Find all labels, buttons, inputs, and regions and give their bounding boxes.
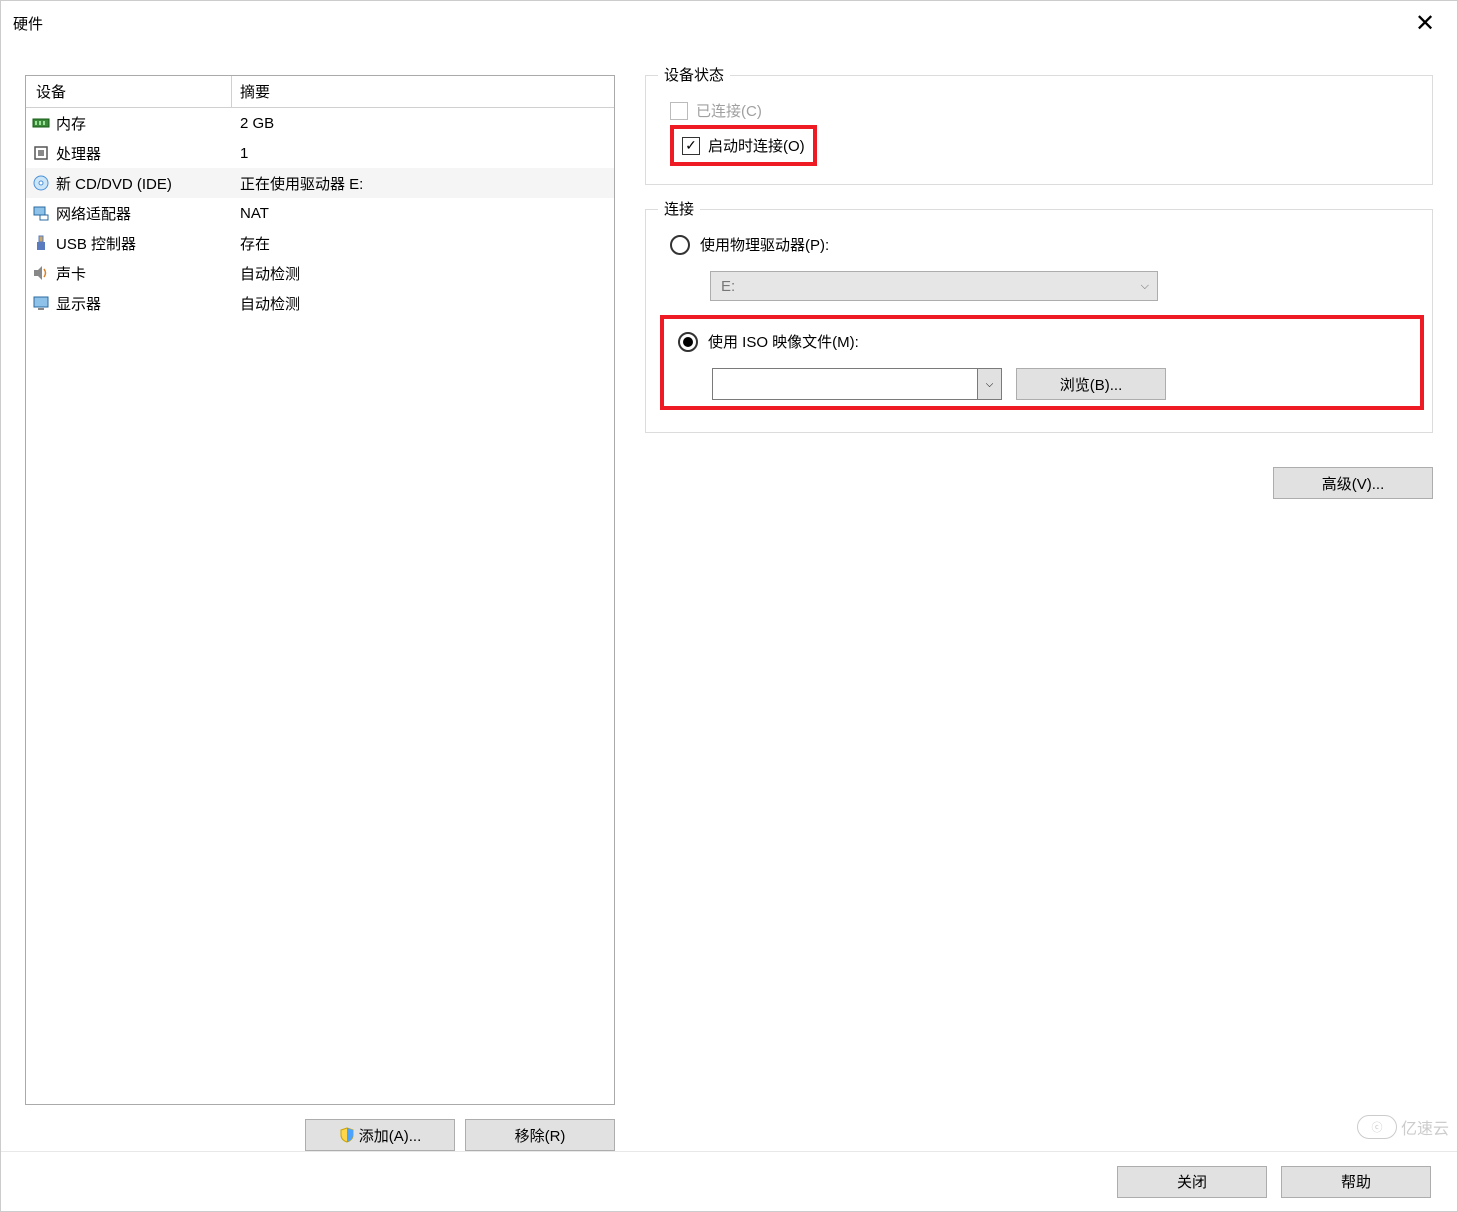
cd-icon bbox=[32, 174, 50, 192]
add-button-label: 添加(A)... bbox=[359, 1125, 422, 1146]
window-title: 硬件 bbox=[13, 13, 43, 34]
chevron-down-icon: ⌵ bbox=[1141, 280, 1149, 293]
device-state-group: 设备状态 已连接(C) ✓ 启动时连接(O) bbox=[645, 75, 1433, 185]
device-name: 处理器 bbox=[56, 143, 101, 164]
device-name: 新 CD/DVD (IDE) bbox=[56, 173, 172, 194]
connect-on-power-row[interactable]: ✓ 启动时连接(O) bbox=[682, 135, 805, 156]
content-area: 设备 摘要 内存 2 GB 处理器 1 bbox=[1, 45, 1457, 1151]
footer: 关闭 帮助 bbox=[1, 1151, 1457, 1211]
iso-radio-row[interactable]: 使用 ISO 映像文件(M): bbox=[678, 331, 1412, 352]
device-summary: 自动检测 bbox=[232, 293, 614, 314]
iso-label: 使用 ISO 映像文件(M): bbox=[708, 331, 859, 352]
device-summary: 正在使用驱动器 E: bbox=[232, 173, 614, 194]
connected-checkbox-row: 已连接(C) bbox=[670, 100, 1414, 121]
device-summary: 2 GB bbox=[232, 115, 614, 132]
device-row-memory[interactable]: 内存 2 GB bbox=[26, 108, 614, 138]
device-row-usb[interactable]: USB 控制器 存在 bbox=[26, 228, 614, 258]
memory-icon bbox=[32, 114, 50, 132]
device-name: 声卡 bbox=[56, 263, 86, 284]
iso-radio[interactable] bbox=[678, 332, 698, 352]
device-row-display[interactable]: 显示器 自动检测 bbox=[26, 288, 614, 318]
device-state-label: 设备状态 bbox=[658, 64, 730, 85]
device-summary: 自动检测 bbox=[232, 263, 614, 284]
physical-drive-label: 使用物理驱动器(P): bbox=[700, 234, 829, 255]
device-name: 内存 bbox=[56, 113, 86, 134]
device-row-network[interactable]: 网络适配器 NAT bbox=[26, 198, 614, 228]
close-button[interactable]: 关闭 bbox=[1117, 1166, 1267, 1198]
advanced-row: 高级(V)... bbox=[645, 457, 1433, 499]
titlebar: 硬件 ✕ bbox=[1, 1, 1457, 45]
physical-drive-radio-row[interactable]: 使用物理驱动器(P): bbox=[670, 234, 1414, 255]
help-button[interactable]: 帮助 bbox=[1281, 1166, 1431, 1198]
device-summary: 1 bbox=[232, 145, 614, 162]
display-icon bbox=[32, 294, 50, 312]
device-name: 显示器 bbox=[56, 293, 101, 314]
highlight-iso-section: 使用 ISO 映像文件(M): ⌵ 浏览(B)... bbox=[660, 315, 1424, 410]
iso-path-combo[interactable]: ⌵ bbox=[712, 368, 1002, 400]
connect-on-power-checkbox[interactable]: ✓ bbox=[682, 137, 700, 155]
connected-checkbox bbox=[670, 102, 688, 120]
highlight-connect-on-power: ✓ 启动时连接(O) bbox=[670, 125, 817, 166]
add-button[interactable]: 添加(A)... bbox=[305, 1119, 455, 1151]
right-panel: 设备状态 已连接(C) ✓ 启动时连接(O) 连接 使用物理驱动器(P): bbox=[615, 75, 1433, 1151]
physical-drive-dropdown: E: ⌵ bbox=[710, 271, 1158, 301]
left-button-row: 添加(A)... 移除(R) bbox=[25, 1105, 615, 1151]
hardware-dialog: 硬件 ✕ 设备 摘要 内存 2 GB bbox=[0, 0, 1458, 1212]
usb-icon bbox=[32, 234, 50, 252]
connect-on-power-label: 启动时连接(O) bbox=[708, 135, 805, 156]
device-list[interactable]: 设备 摘要 内存 2 GB 处理器 1 bbox=[25, 75, 615, 1105]
connection-group: 连接 使用物理驱动器(P): E: ⌵ 使用 ISO 映像文件(M): bbox=[645, 209, 1433, 433]
close-icon[interactable]: ✕ bbox=[1405, 9, 1445, 38]
watermark-icon: ⓒ bbox=[1357, 1115, 1397, 1139]
remove-button[interactable]: 移除(R) bbox=[465, 1119, 615, 1151]
connected-label: 已连接(C) bbox=[696, 100, 762, 121]
col-device[interactable]: 设备 bbox=[26, 76, 232, 107]
device-row-cddvd[interactable]: 新 CD/DVD (IDE) 正在使用驱动器 E: bbox=[26, 168, 614, 198]
device-summary: NAT bbox=[232, 205, 614, 222]
device-name: 网络适配器 bbox=[56, 203, 131, 224]
device-name: USB 控制器 bbox=[56, 233, 136, 254]
physical-drive-value: E: bbox=[721, 278, 735, 295]
device-list-header: 设备 摘要 bbox=[26, 76, 614, 108]
left-panel: 设备 摘要 内存 2 GB 处理器 1 bbox=[25, 75, 615, 1151]
advanced-button[interactable]: 高级(V)... bbox=[1273, 467, 1433, 499]
shield-icon bbox=[339, 1127, 355, 1143]
watermark: ⓒ 亿速云 bbox=[1357, 1115, 1449, 1139]
cpu-icon bbox=[32, 144, 50, 162]
iso-input-row: ⌵ 浏览(B)... bbox=[712, 368, 1412, 400]
physical-drive-radio[interactable] bbox=[670, 235, 690, 255]
device-row-sound[interactable]: 声卡 自动检测 bbox=[26, 258, 614, 288]
sound-icon bbox=[32, 264, 50, 282]
col-summary[interactable]: 摘要 bbox=[232, 76, 614, 107]
connection-label: 连接 bbox=[658, 198, 700, 219]
device-summary: 存在 bbox=[232, 233, 614, 254]
device-row-cpu[interactable]: 处理器 1 bbox=[26, 138, 614, 168]
watermark-text: 亿速云 bbox=[1401, 1115, 1449, 1139]
browse-button[interactable]: 浏览(B)... bbox=[1016, 368, 1166, 400]
network-icon bbox=[32, 204, 50, 222]
chevron-down-icon[interactable]: ⌵ bbox=[977, 369, 1001, 399]
